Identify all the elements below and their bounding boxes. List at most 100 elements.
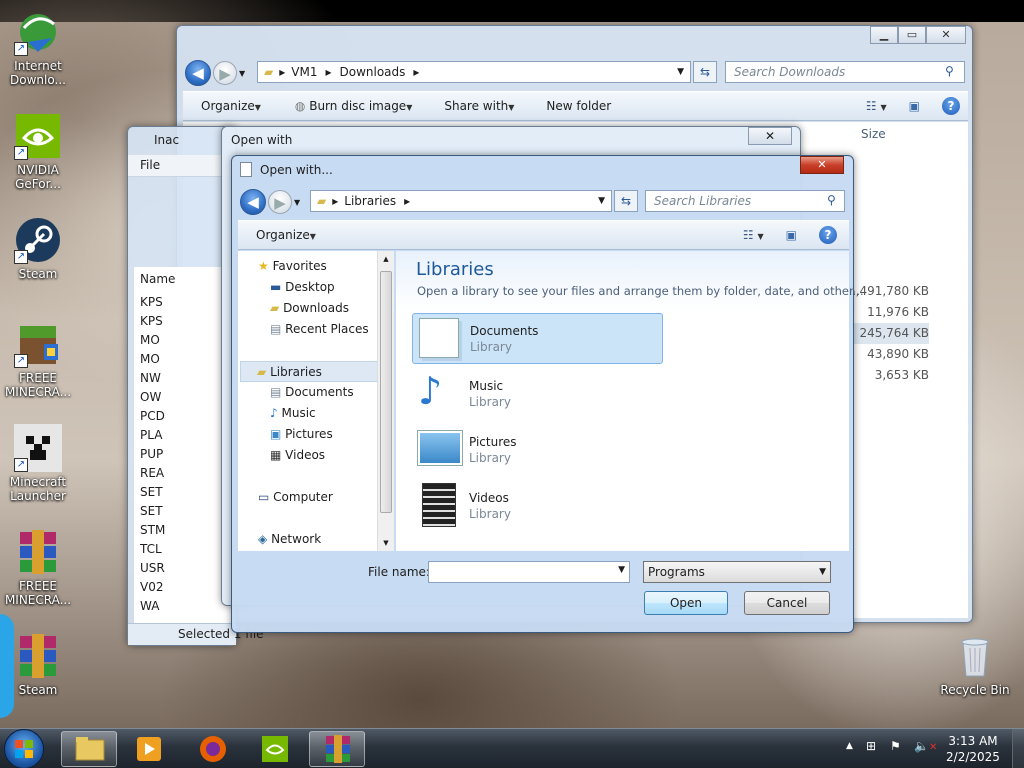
filename-dropdown-icon[interactable]: ▼	[618, 565, 625, 575]
address-bar[interactable]: ▰ ▸ VM1 ▸ Downloads ▸ ▼	[257, 61, 691, 83]
cancel-button[interactable]: Cancel	[744, 591, 830, 615]
nav-documents[interactable]: ▤ Documents	[270, 382, 354, 403]
back-window-row[interactable]: MO	[140, 350, 165, 369]
partial-app-icon[interactable]	[0, 614, 14, 718]
preview-pane-icon[interactable]: ▣	[786, 228, 797, 242]
start-button[interactable]	[4, 729, 44, 768]
breadcrumb-libraries[interactable]: Libraries	[344, 194, 396, 208]
new-folder-button[interactable]: New folder	[546, 99, 611, 113]
clock[interactable]: 3:13 AM 2/2/2025	[940, 733, 1006, 765]
desktop-icon-minecraft-launcher[interactable]: ↗ Minecraft Launcher	[0, 424, 76, 503]
search-icon[interactable]: ⚲	[945, 64, 954, 78]
back-window-row[interactable]: MO	[140, 331, 165, 350]
back-window-row[interactable]: KPS	[140, 293, 165, 312]
search-input[interactable]: Search Downloads	[725, 61, 965, 83]
desktop-icon-winrar-1[interactable]: FREEE MINECRA...	[0, 528, 76, 607]
address-bar[interactable]: ▰ ▸ Libraries ▸ ▼	[310, 190, 612, 212]
action-center-icon[interactable]: ⚑	[890, 739, 901, 753]
history-dropdown-icon[interactable]: ▼	[239, 69, 245, 78]
share-with-button[interactable]: Share with▼	[444, 99, 514, 113]
back-window-row[interactable]: KPS	[140, 312, 165, 331]
address-dropdown-icon[interactable]: ▼	[677, 67, 684, 77]
view-options-icon[interactable]: ☷ ▼	[743, 228, 764, 242]
search-input[interactable]: Search Libraries	[645, 190, 845, 212]
minimize-button[interactable]: ▁	[870, 26, 898, 44]
back-window-row[interactable]: STM	[140, 521, 165, 540]
library-item-documents[interactable]: Documents Library	[412, 313, 663, 364]
taskbar-firefox[interactable]	[185, 731, 241, 767]
organize-button[interactable]: Organize▼	[256, 228, 316, 242]
column-header-size[interactable]: Size	[861, 127, 886, 141]
taskbar-nvidia[interactable]	[247, 731, 303, 767]
view-options-icon[interactable]: ☷ ▼	[866, 99, 887, 113]
library-item-music[interactable]: ♪ Music Library	[412, 369, 663, 420]
maximize-button[interactable]: ▭	[898, 26, 926, 44]
nav-pictures[interactable]: ▣ Pictures	[270, 424, 333, 445]
tray-overflow-icon[interactable]: ▲	[846, 741, 853, 751]
open-button[interactable]: Open	[644, 591, 728, 615]
help-icon[interactable]: ?	[942, 97, 960, 115]
history-dropdown-icon[interactable]: ▼	[294, 198, 300, 207]
close-button[interactable]: ✕	[748, 127, 792, 145]
nav-desktop[interactable]: ▬ Desktop	[270, 277, 335, 298]
taskbar-winrar[interactable]	[309, 731, 365, 767]
search-icon[interactable]: ⚲	[827, 193, 836, 207]
nav-music[interactable]: ♪ Music	[270, 403, 316, 424]
nav-downloads[interactable]: ▰ Downloads	[270, 298, 349, 319]
help-icon[interactable]: ?	[819, 226, 837, 244]
close-button[interactable]: ✕	[800, 156, 844, 174]
back-window-row[interactable]: PLA	[140, 426, 165, 445]
back-window-row[interactable]: OW	[140, 388, 165, 407]
nav-computer[interactable]: ▭ Computer	[258, 487, 333, 508]
taskbar-media-player[interactable]	[121, 731, 177, 767]
filename-input[interactable]: ▼	[428, 561, 630, 583]
libraries-subtitle: Open a library to see your files and arr…	[417, 284, 864, 298]
back-button[interactable]: ◀	[240, 189, 266, 215]
taskbar-explorer[interactable]	[61, 731, 117, 767]
file-type-filter[interactable]: Programs ▼	[643, 561, 831, 583]
scroll-thumb[interactable]	[380, 271, 392, 513]
back-window-row[interactable]: PUP	[140, 445, 165, 464]
back-window-row[interactable]: V02	[140, 578, 165, 597]
nav-scrollbar[interactable]: ▲ ▼	[377, 251, 394, 551]
show-desktop-button[interactable]	[1012, 729, 1024, 768]
desktop-icon-steam[interactable]: ↗ Steam	[0, 216, 76, 281]
breadcrumb-downloads[interactable]: Downloads	[340, 65, 406, 79]
desktop-icon-internet-download[interactable]: ↗ Internet Downlo...	[0, 8, 76, 87]
library-item-pictures[interactable]: Pictures Library	[412, 425, 663, 476]
refresh-button[interactable]: ⇆	[614, 190, 638, 212]
back-window-row[interactable]: USR	[140, 559, 165, 578]
nav-libraries[interactable]: ▰ Libraries	[240, 361, 378, 382]
nav-network[interactable]: ◈ Network	[258, 529, 321, 550]
library-item-videos[interactable]: Videos Library	[412, 481, 663, 532]
menu-file[interactable]: File	[140, 158, 160, 172]
network-tray-icon[interactable]: ⊞	[866, 739, 876, 753]
back-window-row[interactable]: SET	[140, 502, 165, 521]
address-dropdown-icon[interactable]: ▼	[598, 196, 605, 206]
organize-button[interactable]: Organize▼	[201, 99, 261, 113]
desktop-icon-recycle-bin[interactable]: Recycle Bin	[937, 632, 1013, 697]
forward-button[interactable]: ▶	[213, 61, 237, 85]
refresh-button[interactable]: ⇆	[693, 61, 717, 83]
back-window-row[interactable]: WA	[140, 597, 165, 616]
burn-disc-button[interactable]: ◍ Burn disc image▼	[295, 99, 412, 113]
nav-favorites[interactable]: ★ Favorites	[258, 256, 327, 277]
back-window-row[interactable]: PCD	[140, 407, 165, 426]
open-with-file-dialog[interactable]: Open with... ✕ ◀ ▶ ▼ ▰ ▸ Libraries ▸ ▼ ⇆…	[231, 155, 864, 633]
close-button[interactable]: ✕	[926, 26, 966, 44]
column-header-name[interactable]: Name	[140, 272, 175, 286]
back-window-row[interactable]: REA	[140, 464, 165, 483]
volume-muted-icon[interactable]: 🔈✕	[914, 739, 937, 753]
filter-dropdown-icon[interactable]: ▼	[819, 562, 826, 582]
back-button[interactable]: ◀	[185, 60, 211, 86]
forward-button[interactable]: ▶	[268, 190, 292, 214]
breadcrumb-vm1[interactable]: VM1	[291, 65, 317, 79]
nav-recent-places[interactable]: ▤ Recent Places	[270, 319, 369, 340]
back-window-row[interactable]: NW	[140, 369, 165, 388]
back-window-row[interactable]: TCL	[140, 540, 165, 559]
desktop-icon-nvidia[interactable]: ↗ NVIDIA GeFor...	[0, 112, 76, 191]
back-window-row[interactable]: SET	[140, 483, 165, 502]
preview-pane-icon[interactable]: ▣	[909, 99, 920, 113]
nav-videos[interactable]: ▦ Videos	[270, 445, 325, 466]
desktop-icon-minecraft-1[interactable]: ↗ FREEE MINECRA...	[0, 320, 76, 399]
